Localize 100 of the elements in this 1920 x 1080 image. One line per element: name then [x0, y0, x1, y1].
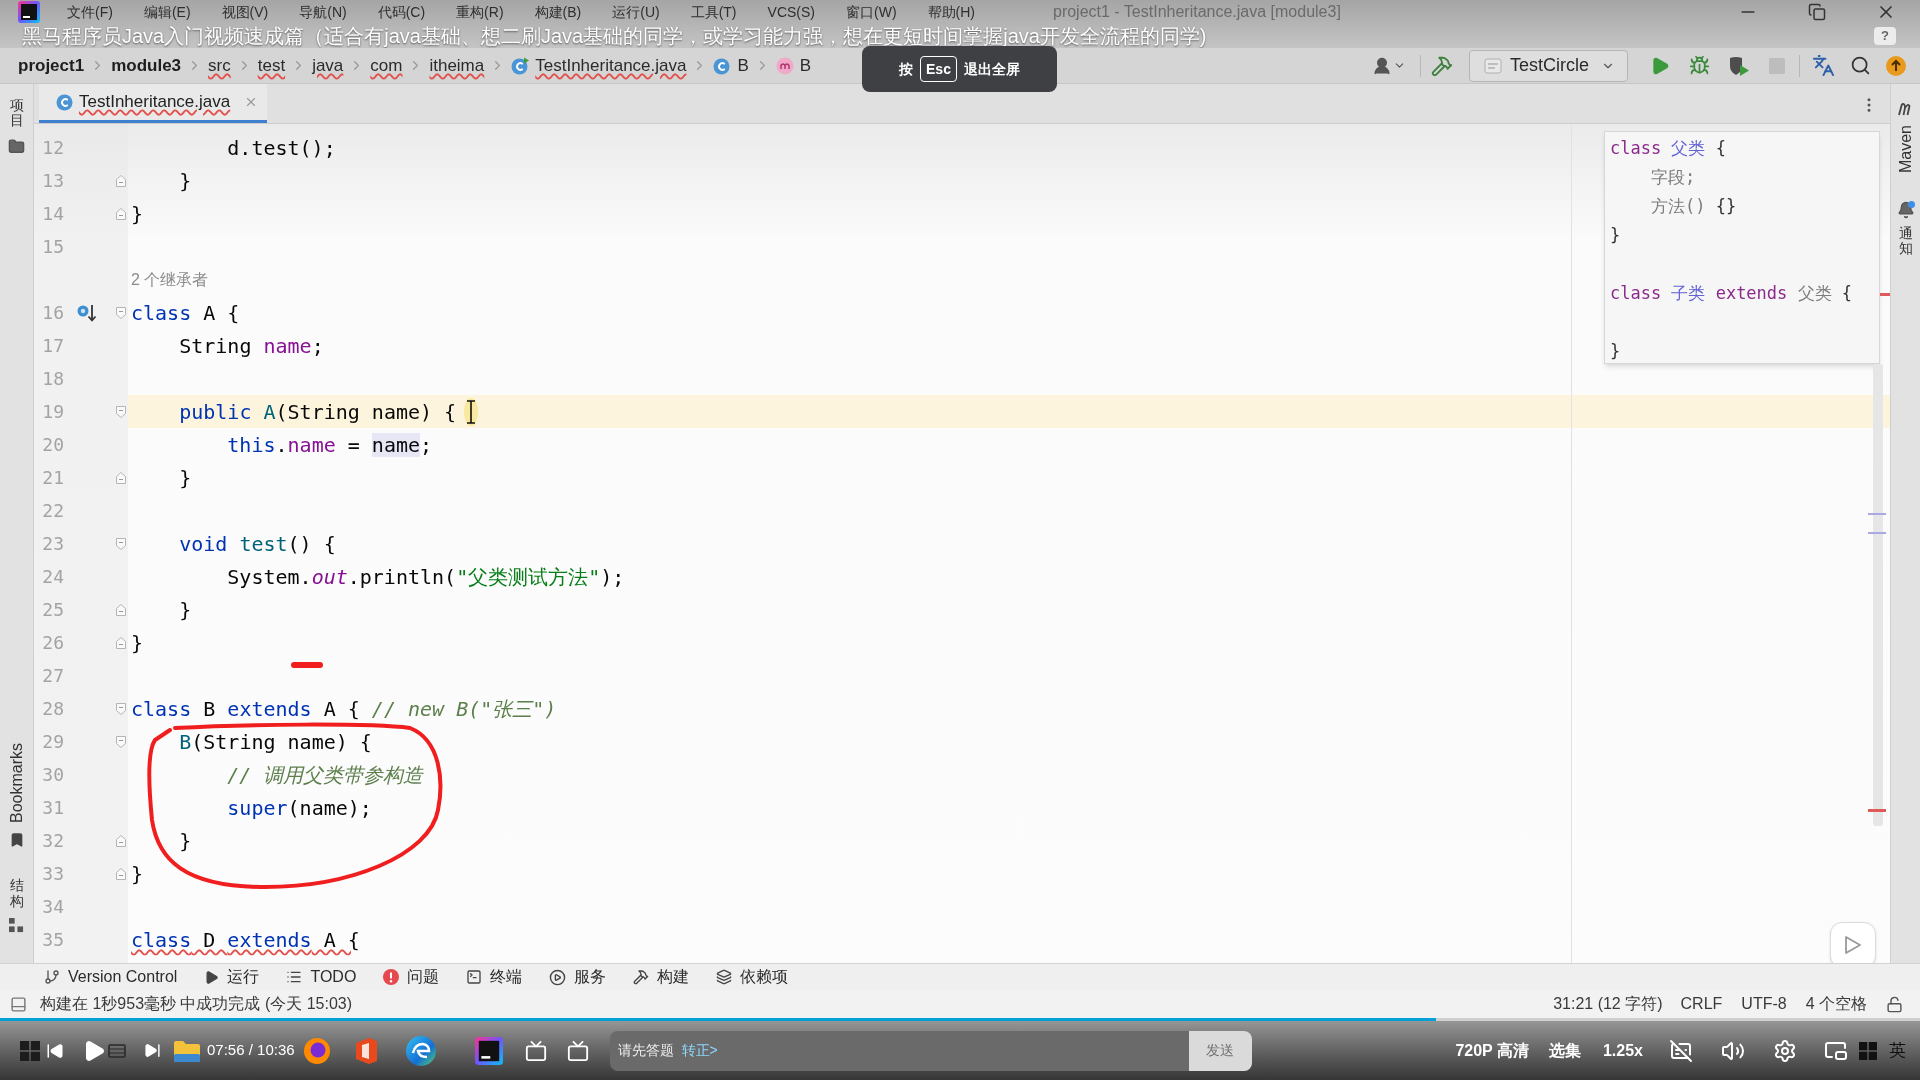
preview-code-line: 字段;	[1650, 165, 1696, 189]
four-pane-icon[interactable]	[20, 1040, 40, 1061]
menu-item[interactable]: 工具(T)	[690, 1, 737, 23]
tool-window-button[interactable]: Version Control	[44, 965, 178, 989]
menu-item[interactable]: 视图(V)	[221, 1, 269, 23]
tool-window-button[interactable]: 终端	[466, 965, 523, 989]
fold-marker-icon[interactable]	[116, 867, 126, 880]
floating-play-button[interactable]	[1830, 922, 1876, 963]
restore-icon[interactable]	[1808, 3, 1826, 21]
app-icon[interactable]	[302, 1036, 331, 1065]
indent-setting[interactable]: 4 个空格	[1805, 992, 1867, 1016]
menu-item[interactable]: VCS(S)	[767, 1, 815, 23]
quality-selector[interactable]: 720P 高清	[1455, 1038, 1529, 1063]
shield-play-icon[interactable]	[1728, 54, 1750, 77]
bug-icon[interactable]	[1689, 55, 1710, 76]
hammer-icon[interactable]	[1431, 54, 1453, 77]
episode-selector[interactable]: 选集	[1548, 1038, 1581, 1063]
fold-marker-icon[interactable]	[116, 537, 126, 550]
menu-item[interactable]: 构建(B)	[534, 1, 582, 23]
skip-forward-icon[interactable]	[144, 1042, 161, 1059]
menu-item[interactable]: 导航(N)	[299, 1, 347, 23]
breadcrumb-item[interactable]: com	[370, 52, 403, 79]
tool-window-tab[interactable]: 结构	[9, 878, 24, 909]
help-badge[interactable]: ?	[1874, 27, 1896, 45]
skip-back-icon[interactable]	[46, 1041, 64, 1060]
app-icon[interactable]	[404, 1034, 437, 1067]
method-icon	[775, 56, 794, 75]
menu-item[interactable]: 文件(F)	[67, 1, 113, 23]
user-icon[interactable]	[1372, 55, 1392, 76]
captions-off-icon[interactable]	[1667, 1038, 1695, 1063]
arrow-up-circle-icon[interactable]	[1886, 55, 1906, 76]
four-pane-icon[interactable]	[1859, 1041, 1877, 1060]
breadcrumb-item[interactable]: B	[775, 52, 812, 79]
tool-window-tab[interactable]: Bookmarks	[4, 743, 29, 824]
fold-marker-icon[interactable]	[116, 405, 126, 418]
menu-item[interactable]: 运行(U)	[612, 1, 660, 23]
breadcrumb-item[interactable]: project1	[18, 52, 85, 79]
fold-marker-icon[interactable]	[116, 636, 126, 649]
fold-marker-icon[interactable]	[116, 174, 126, 187]
usage-stripe-mark	[1868, 532, 1886, 534]
tool-window-button[interactable]: TODO	[286, 965, 357, 989]
breadcrumb-item[interactable]: TestInheritance.java	[511, 52, 687, 79]
menu-item[interactable]: 编辑(E)	[143, 1, 191, 23]
folder-icon[interactable]	[8, 137, 25, 155]
breadcrumb-item[interactable]: src	[208, 52, 231, 79]
line-separator[interactable]: CRLF	[1680, 992, 1723, 1016]
dot-arrow-icon[interactable]	[77, 303, 97, 322]
tool-window-button[interactable]: 问题	[383, 965, 440, 989]
breadcrumb-item[interactable]: module3	[111, 52, 182, 79]
tv-icon[interactable]	[566, 1039, 589, 1062]
code-line: class D extends A {	[131, 926, 360, 954]
settings-icon[interactable]	[1773, 1038, 1797, 1063]
search-icon[interactable]	[1850, 55, 1871, 76]
fold-marker-icon[interactable]	[116, 735, 126, 748]
menu-item[interactable]: 代码(C)	[377, 1, 426, 23]
breadcrumb-item[interactable]: test	[257, 52, 286, 79]
tool-window-tab[interactable]: Maven	[1893, 125, 1918, 174]
tool-window-tab[interactable]: 通知	[1898, 226, 1913, 257]
app-icon[interactable]	[474, 1036, 503, 1065]
line-number: 13	[41, 169, 64, 193]
send-button[interactable]: 发送	[1188, 1030, 1252, 1071]
link[interactable]: 转正>	[681, 1040, 718, 1061]
fold-marker-icon[interactable]	[116, 702, 126, 715]
menu-item[interactable]: 重构(R)	[456, 1, 504, 23]
fold-marker-icon[interactable]	[116, 603, 126, 616]
tool-window-button[interactable]: 服务	[549, 965, 607, 989]
run-icon[interactable]	[1650, 55, 1670, 76]
stacked-rows-icon[interactable]	[108, 1041, 126, 1060]
breadcrumb-item[interactable]: itheima	[429, 52, 485, 79]
caret-position[interactable]: 31:21 (12 字符)	[1553, 992, 1663, 1016]
menu-item[interactable]: 帮助(H)	[927, 1, 975, 23]
error-stripe-mark	[1868, 809, 1886, 812]
fold-marker-icon[interactable]	[116, 834, 126, 847]
code-line: // 调用父类带参构造	[227, 761, 424, 789]
fold-marker-icon[interactable]	[116, 306, 126, 319]
run-config-dropdown[interactable]: TestCircle	[1469, 49, 1628, 82]
comment-input[interactable]: 请先答题	[617, 1040, 678, 1061]
breadcrumb-item[interactable]: java	[312, 52, 344, 79]
panel-icon[interactable]	[10, 995, 27, 1013]
menu-item[interactable]: 窗口(W)	[846, 1, 897, 23]
tool-window-button[interactable]: 构建	[633, 965, 690, 989]
breadcrumb-item[interactable]: B	[713, 52, 749, 79]
keyboard-key: Esc	[920, 56, 957, 82]
fold-marker-icon[interactable]	[116, 207, 126, 220]
fold-marker-icon[interactable]	[116, 471, 126, 484]
app-logo-icon	[18, 1, 40, 23]
tool-window-tab[interactable]: 项目	[9, 98, 24, 129]
tv-icon[interactable]	[524, 1039, 547, 1062]
file-encoding[interactable]: UTF-8	[1741, 992, 1787, 1016]
bell-icon[interactable]	[1896, 201, 1915, 220]
tool-window-button[interactable]: 运行	[204, 965, 260, 989]
translate-icon[interactable]	[1812, 54, 1835, 77]
speed-selector[interactable]: 1.25x	[1602, 1038, 1643, 1063]
structure-icon[interactable]	[9, 918, 24, 933]
progress-track[interactable]	[0, 1018, 1920, 1021]
lock-icon[interactable]	[1886, 995, 1903, 1013]
folder-icon[interactable]	[173, 1038, 201, 1063]
editor-tab[interactable]: TestInheritance.java	[39, 84, 268, 123]
tool-window-button[interactable]: 依赖项	[716, 965, 789, 989]
line-number: 19	[41, 400, 64, 424]
